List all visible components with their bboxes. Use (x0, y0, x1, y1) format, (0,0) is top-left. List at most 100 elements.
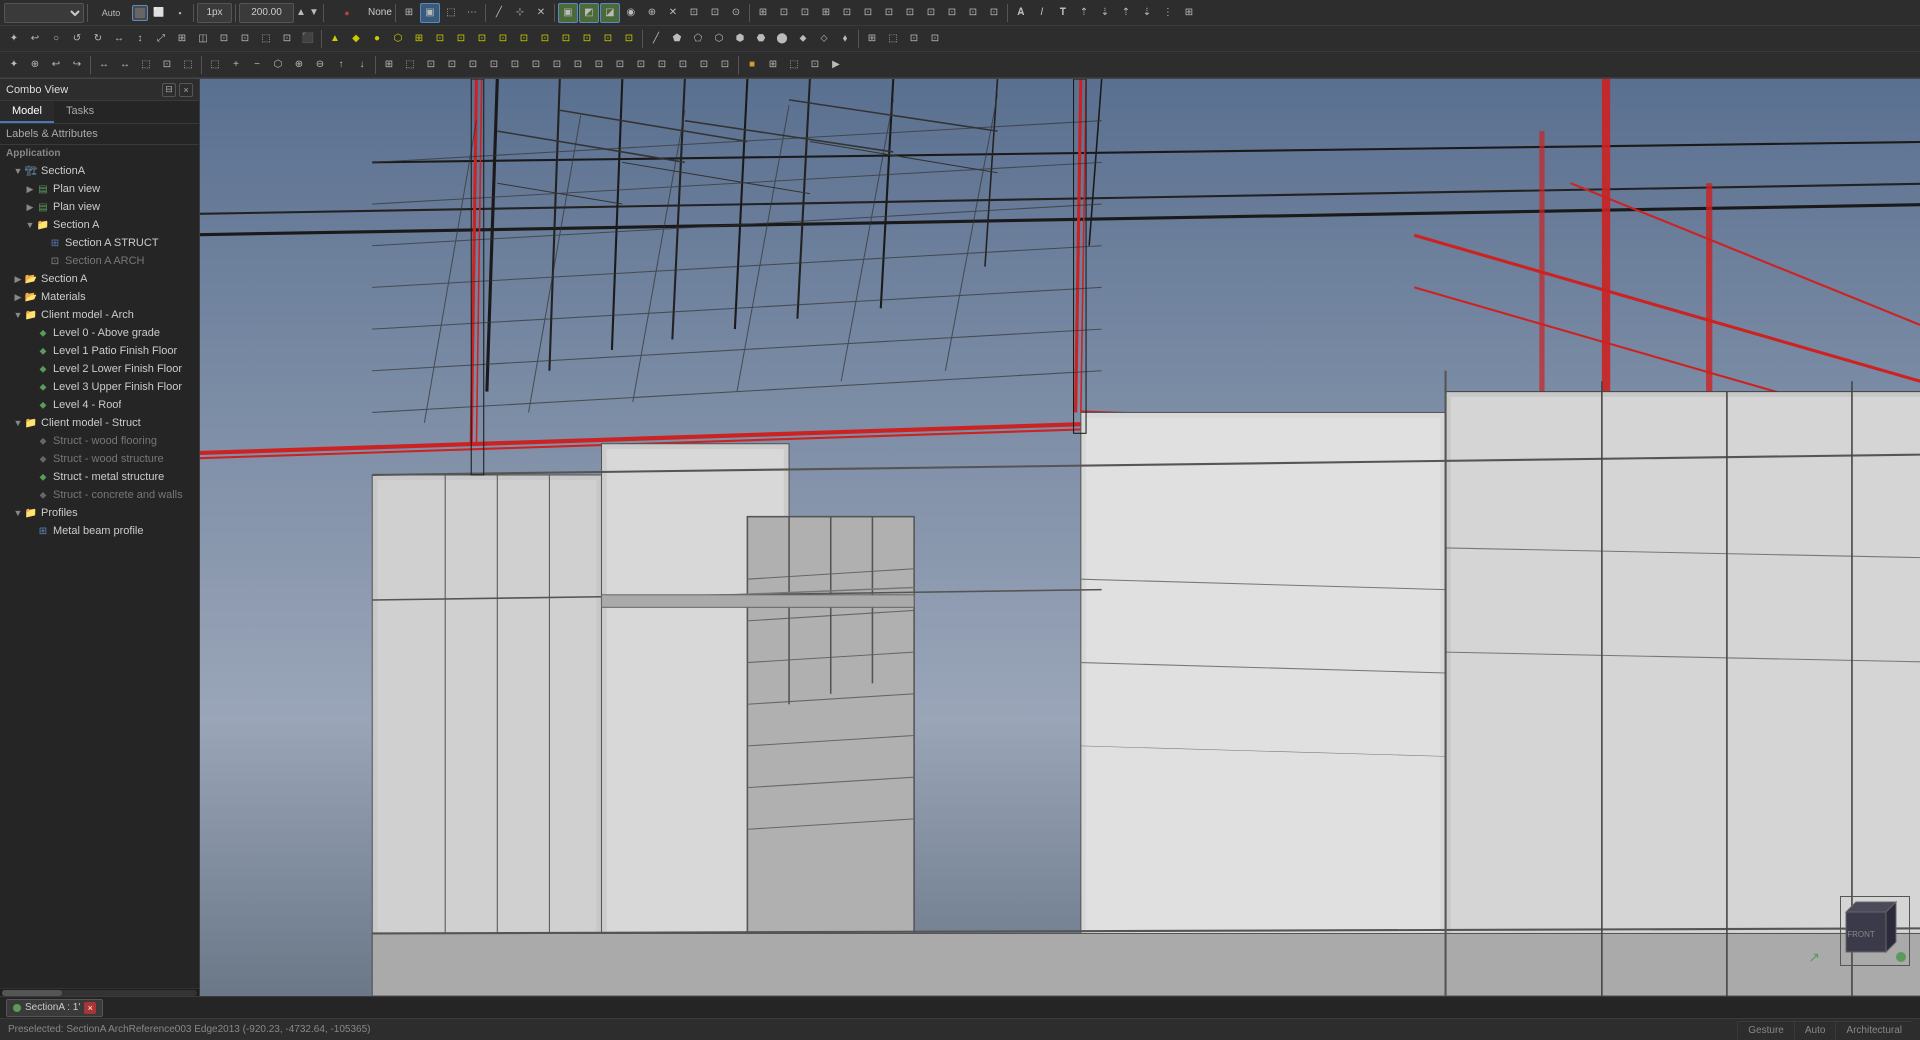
extra-btn7[interactable]: ⊡ (879, 3, 899, 23)
extra-btn5[interactable]: ⊡ (837, 3, 857, 23)
tree-item-root[interactable]: ▼ 🏗 SectionA (0, 162, 199, 180)
arrow-plan1[interactable]: ▶ (24, 183, 36, 195)
tb2-btn7[interactable]: ↕ (130, 29, 150, 49)
tb3-btn19[interactable]: ⬚ (400, 55, 420, 75)
arrow-root[interactable]: ▼ (12, 165, 24, 177)
tb3-btn12[interactable]: − (247, 55, 267, 75)
tb2-btn44[interactable]: ⊡ (925, 29, 945, 49)
tb2-btn20[interactable]: ⊞ (409, 29, 429, 49)
tb3-btn7[interactable]: ⬚ (136, 55, 156, 75)
mode-btn5[interactable]: ⊕ (642, 3, 662, 23)
tree-container[interactable]: ▼ 🏗 SectionA ▶ ▤ Plan view ▶ ▤ Plan view (0, 162, 199, 988)
tree-item-sectionA[interactable]: ▼ 📁 Section A (0, 216, 199, 234)
tree-item-materials[interactable]: ▶ 📂 Materials (0, 288, 199, 306)
align-btn8[interactable]: ⋮ (1158, 3, 1178, 23)
tree-item-level3[interactable]: ⬥ Level 3 Upper Finish Floor (0, 378, 199, 396)
extra-btn9[interactable]: ⊡ (921, 3, 941, 23)
tb2-btn13[interactable]: ⬚ (256, 29, 276, 49)
tb2-btn9[interactable]: ⊞ (172, 29, 192, 49)
tree-item-struct-wood-struct[interactable]: ⬥ Struct - wood structure (0, 450, 199, 468)
arrow-materials[interactable]: ▶ (12, 291, 24, 303)
tb2-btn32[interactable]: ⬟ (667, 29, 687, 49)
tree-item-struct[interactable]: ⊞ Section A STRUCT (0, 234, 199, 252)
tb2-btn8[interactable]: ⤢ (151, 29, 171, 49)
tb2-btn16[interactable]: ▲ (325, 29, 345, 49)
tree-item-level1[interactable]: ⬥ Level 1 Patio Finish Floor (0, 342, 199, 360)
align-btn6[interactable]: ⇡ (1116, 3, 1136, 23)
render-mode-btn[interactable] (132, 5, 148, 21)
no-filter-btn[interactable]: ● (327, 3, 367, 23)
tb3-btn6[interactable]: ↔ (115, 55, 135, 75)
tb3-btn34[interactable]: ⊡ (715, 55, 735, 75)
tb3-btn30[interactable]: ⊡ (631, 55, 651, 75)
bim-dropdown[interactable]: BIM (4, 3, 84, 23)
tb2-btn42[interactable]: ⬚ (883, 29, 903, 49)
tb2-btn12[interactable]: ⊡ (235, 29, 255, 49)
tb3-btn17[interactable]: ↓ (352, 55, 372, 75)
tb3-btn22[interactable]: ⊡ (463, 55, 483, 75)
tb3-btn8[interactable]: ⊡ (157, 55, 177, 75)
tb3-btn31[interactable]: ⊡ (652, 55, 672, 75)
tb3-btn4[interactable]: ↪ (67, 55, 87, 75)
tree-item-plan1[interactable]: ▶ ▤ Plan view (0, 180, 199, 198)
view-btn2[interactable]: ⬚ (441, 3, 461, 23)
line-width-input[interactable]: 1px (197, 3, 232, 23)
wireframe-btn[interactable]: ⬜ (149, 3, 169, 23)
tree-item-struct-metal[interactable]: ⬥ Struct - metal structure (0, 468, 199, 486)
extra-btn10[interactable]: ⊡ (942, 3, 962, 23)
mode-btn3[interactable]: ◪ (600, 3, 620, 23)
nav-btn3[interactable]: ✕ (531, 3, 551, 23)
tb3-btn27[interactable]: ⊡ (568, 55, 588, 75)
tb3-btn2[interactable]: ⊕ (25, 55, 45, 75)
tb3-btn33[interactable]: ⊡ (694, 55, 714, 75)
tb2-btn34[interactable]: ⬡ (709, 29, 729, 49)
tab-tasks[interactable]: Tasks (54, 101, 106, 123)
tb3-btn16[interactable]: ↑ (331, 55, 351, 75)
mode-btn4[interactable]: ◉ (621, 3, 641, 23)
tb3-btn29[interactable]: ⊡ (610, 55, 630, 75)
tb2-btn18[interactable]: ● (367, 29, 387, 49)
tb3-btn11[interactable]: + (226, 55, 246, 75)
render-auto-btn[interactable]: Auto (91, 3, 131, 23)
align-btn4[interactable]: ⇡ (1074, 3, 1094, 23)
nav-auto-dropdown[interactable]: Auto (1794, 1021, 1836, 1039)
tb2-btn24[interactable]: ⊡ (493, 29, 513, 49)
grid-btn[interactable]: ⊞ (399, 3, 419, 23)
align-btn7[interactable]: ⇣ (1137, 3, 1157, 23)
left-panel-scrollbar[interactable] (0, 988, 199, 996)
tb2-btn28[interactable]: ⊡ (577, 29, 597, 49)
tb2-btn2[interactable]: ↩ (25, 29, 45, 49)
tb3-btn23[interactable]: ⊡ (484, 55, 504, 75)
mode-btn2[interactable]: ◩ (579, 3, 599, 23)
tb2-btn35[interactable]: ⬢ (730, 29, 750, 49)
tb2-btn19[interactable]: ⬡ (388, 29, 408, 49)
tree-item-level4[interactable]: ⬥ Level 4 - Roof (0, 396, 199, 414)
zoom-down-btn[interactable]: ▼ (308, 3, 320, 23)
extra-btn6[interactable]: ⊡ (858, 3, 878, 23)
close-section-btn[interactable]: × (84, 1002, 96, 1014)
tb2-btn11[interactable]: ⊡ (214, 29, 234, 49)
tb3-btn36[interactable]: ⊞ (763, 55, 783, 75)
extra-btn1[interactable]: ⊞ (753, 3, 773, 23)
tb3-btn24[interactable]: ⊡ (505, 55, 525, 75)
tb3-btn3[interactable]: ↩ (46, 55, 66, 75)
tb2-btn14[interactable]: ⊡ (277, 29, 297, 49)
tree-item-client-struct[interactable]: ▼ 📁 Client model - Struct (0, 414, 199, 432)
tb2-btn38[interactable]: ⬥ (793, 29, 813, 49)
align-btn5[interactable]: ⇣ (1095, 3, 1115, 23)
tb3-btn13[interactable]: ⬡ (268, 55, 288, 75)
tb2-btn23[interactable]: ⊡ (472, 29, 492, 49)
mode-btn8[interactable]: ⊡ (705, 3, 725, 23)
nav-btn2[interactable]: ⊹ (510, 3, 530, 23)
mode-btn6[interactable]: ✕ (663, 3, 683, 23)
tb2-btn39[interactable]: ⬦ (814, 29, 834, 49)
view-btn3[interactable]: ⋯ (462, 3, 482, 23)
tree-item-level2[interactable]: ⬥ Level 2 Lower Finish Floor (0, 360, 199, 378)
tb2-btn25[interactable]: ⊡ (514, 29, 534, 49)
nav-cube[interactable]: FRONT (1840, 896, 1910, 966)
tb2-btn4[interactable]: ↺ (67, 29, 87, 49)
tb3-btn37[interactable]: ⬚ (784, 55, 804, 75)
mode-btn9[interactable]: ⊙ (726, 3, 746, 23)
tb2-btn43[interactable]: ⊡ (904, 29, 924, 49)
tb3-btn1[interactable]: ✦ (4, 55, 24, 75)
